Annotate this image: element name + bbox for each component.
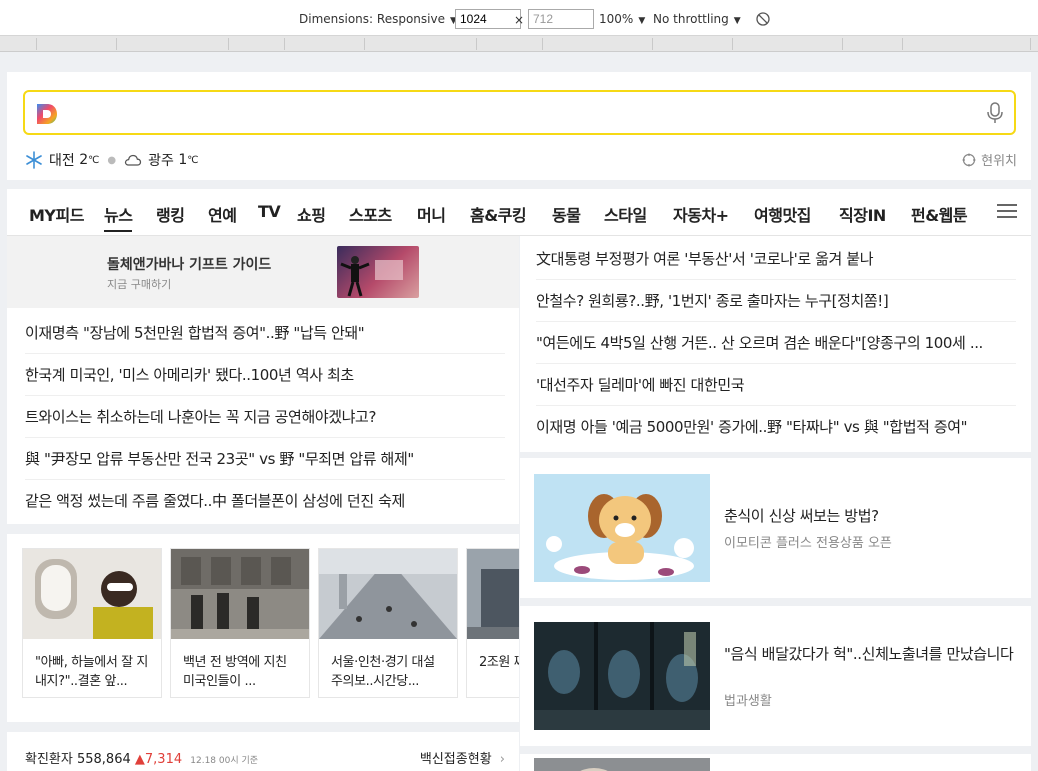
caret-down-icon: ▼: [733, 16, 741, 26]
tab-money[interactable]: 머니: [417, 202, 446, 226]
news-link[interactable]: 이재명 아들 '예금 5000만원' 증가에..野 "타짜냐" vs 與 "합법…: [536, 406, 1016, 448]
weather-widget[interactable]: 대전 2 ℃ ● 광주 1 ℃: [25, 150, 198, 170]
headline-list-right: 文대통령 부정평가 여론 '부동산'서 '코로나'로 옮겨 붙나 안철수? 원희…: [520, 236, 1031, 452]
news-link[interactable]: 한국계 미국인, '미스 아메리카' 됐다..100년 역사 최초: [25, 354, 505, 396]
news-link[interactable]: 與 "尹장모 압류 부동산만 전국 23곳" vs 野 "무죄면 압류 해제": [25, 438, 505, 480]
photo-thumbnail: [467, 549, 519, 639]
tab-home-cooking[interactable]: 홈&쿠킹: [470, 202, 527, 226]
covid-status-bar[interactable]: 확진환자 558,864 ▲7,314 12.18 00시 기준 백신접종현황 …: [7, 732, 519, 771]
tab-shopping[interactable]: 쇼핑: [297, 202, 326, 226]
times-sign: ×: [514, 13, 525, 27]
article-card[interactable]: "음식 배달갔다가 헉"..신체노출녀를 만났습니다 법과생활: [520, 606, 1031, 746]
snow-icon: [26, 151, 42, 169]
tab-news[interactable]: 뉴스: [104, 202, 133, 232]
news-link[interactable]: 트와이스는 취소하는데 나훈아는 꼭 지금 공연해야겠냐고?: [25, 396, 505, 438]
cloud-icon: [124, 154, 142, 166]
daum-logo-icon: [37, 104, 57, 124]
tab-sports[interactable]: 스포츠: [349, 202, 392, 226]
news-link[interactable]: 같은 액정 썼는데 주름 줄였다..中 폴더블폰이 삼성에 던진 숙제: [25, 480, 505, 522]
tab-style[interactable]: 스타일: [604, 202, 647, 226]
article-thumbnail: [534, 758, 710, 771]
photo-news-title: 백년 전 방역에 지친 미국인들이 ...: [183, 655, 287, 689]
chunsik-emoticon-image: [534, 474, 710, 582]
card-subtitle: 이모티콘 플러스 전용상품 오픈: [724, 536, 892, 551]
category-tabs: MY피드 뉴스 랭킹 연예 TV 쇼핑 스포츠 머니 홈&쿠킹 동물 스타일 자…: [7, 189, 1031, 236]
tab-work[interactable]: 직장IN: [839, 202, 886, 226]
covid-label: 확진환자: [25, 752, 73, 767]
photo-news-card[interactable]: 백년 전 방역에 지친 미국인들이 ...: [170, 548, 310, 698]
ad-banner[interactable]: 돌체앤가바나 기프트 가이드 지금 구매하기: [7, 236, 519, 308]
photo-news-title: 2조원 쩌다...: [479, 655, 519, 670]
card-subtitle: 법과생활: [724, 694, 772, 709]
weather-city-1: 대전: [49, 153, 75, 169]
vaccine-status-link[interactable]: 백신접종현황 ›: [420, 748, 505, 767]
covid-delta: ▲7,314: [134, 752, 183, 767]
ad-subtitle: 지금 구매하기: [107, 278, 172, 291]
page-viewport: 대전 2 ℃ ● 광주 1 ℃ 현위치 MY피드 뉴스 랭킹 연예 TV 쇼핑 스포…: [7, 72, 1031, 771]
photo-thumbnail: [319, 549, 457, 639]
article-card[interactable]: [520, 754, 1031, 771]
tab-ranking[interactable]: 랭킹: [156, 202, 185, 226]
throttle-label: No throttling: [653, 12, 729, 26]
dimensions-label: Dimensions: Responsive: [299, 12, 445, 26]
weather-temp-1: 2: [79, 152, 89, 168]
photo-thumbnail: [171, 549, 309, 639]
photo-news-card[interactable]: 2조원 쩌다...: [466, 548, 519, 698]
search-input[interactable]: [23, 90, 1016, 135]
vaccine-label: 백신접종현황: [419, 752, 492, 767]
covid-time: 12.18 00시 기준: [190, 756, 259, 766]
tab-fun-webtoon[interactable]: 펀&웹툰: [911, 202, 968, 226]
card-title: 춘식이 신상 써보는 방법?: [724, 507, 879, 525]
weather-temp-2: 1: [178, 152, 188, 168]
tab-tv[interactable]: TV: [258, 202, 281, 221]
current-location-button[interactable]: 현위치: [962, 150, 1017, 169]
devtools-toolbar: Dimensions: Responsive▼ × 100%▼ No throt…: [0, 0, 1038, 36]
media-query-ruler: [0, 36, 1038, 52]
article-thumbnail: [534, 622, 710, 730]
weather-city-2: 광주: [148, 153, 174, 169]
emoticon-promo-card[interactable]: 춘식이 신상 써보는 방법? 이모티콘 플러스 전용상품 오픈: [520, 458, 1031, 598]
throttling-dropdown[interactable]: No throttling ▼: [653, 12, 741, 26]
tab-entertainment[interactable]: 연예: [208, 202, 237, 226]
location-target-icon: [962, 153, 976, 166]
news-link[interactable]: 안철수? 원희룡?..野, '1번지' 종로 출마자는 누구[정치쫌!]: [536, 280, 1016, 322]
card-title: "음식 배달갔다가 헉"..신체노출녀를 만났습니다: [724, 645, 1014, 663]
ad-title: 돌체앤가바나 기프트 가이드: [107, 257, 272, 273]
tab-auto[interactable]: 자동차+: [673, 202, 729, 226]
dot-separator: ●: [107, 154, 117, 166]
photo-thumbnail: [23, 549, 161, 639]
tab-myfeed[interactable]: MY피드: [29, 202, 84, 226]
dimensions-dropdown[interactable]: Dimensions: Responsive ▼: [299, 12, 457, 26]
tab-travel-food[interactable]: 여행맛집: [754, 202, 811, 226]
news-link[interactable]: '대선주자 딜레마'에 빠진 대한민국: [536, 364, 1016, 406]
headline-list-left: 이재명측 "장남에 5천만원 합법적 증여"..野 "납득 안돼" 한국계 미국…: [7, 308, 519, 524]
photo-news-title: "아빠, 하늘에서 잘 지내지?"..결혼 앞...: [35, 655, 148, 689]
rotate-icon[interactable]: [756, 12, 770, 26]
search-section: 대전 2 ℃ ● 광주 1 ℃ 현위치: [7, 72, 1031, 180]
photo-news-title: 서울·인천·경기 대설주의보..시간당...: [331, 655, 435, 689]
photo-news-carousel: "아빠, 하늘에서 잘 지내지?"..결혼 앞... 백년 전 방역에 지친 미…: [7, 534, 519, 722]
temp-unit: ℃: [187, 154, 199, 166]
chevron-right-icon: ›: [499, 752, 505, 767]
photo-news-card[interactable]: 서울·인천·경기 대설주의보..시간당...: [318, 548, 458, 698]
width-input[interactable]: [455, 9, 521, 29]
zoom-label: 100%: [599, 12, 634, 26]
current-location-label: 현위치: [981, 154, 1017, 169]
caret-down-icon: ▼: [638, 16, 646, 26]
hamburger-menu-icon[interactable]: [997, 203, 1017, 219]
tab-animals[interactable]: 동물: [552, 202, 581, 226]
news-link[interactable]: 文대통령 부정평가 여론 '부동산'서 '코로나'로 옮겨 붙나: [536, 238, 1016, 280]
photo-news-card[interactable]: "아빠, 하늘에서 잘 지내지?"..결혼 앞...: [22, 548, 162, 698]
covid-count: 558,864: [76, 752, 131, 767]
ad-image: [337, 246, 419, 298]
news-link[interactable]: "여든에도 4박5일 산행 거뜬.. 산 오르며 겸손 배운다"[양종구의 10…: [536, 322, 1016, 364]
zoom-dropdown[interactable]: 100% ▼: [599, 12, 645, 26]
temp-unit: ℃: [88, 154, 100, 166]
microphone-icon[interactable]: [986, 101, 1004, 125]
height-input[interactable]: [528, 9, 594, 29]
news-link[interactable]: 이재명측 "장남에 5천만원 합법적 증여"..野 "납득 안돼": [25, 312, 505, 354]
